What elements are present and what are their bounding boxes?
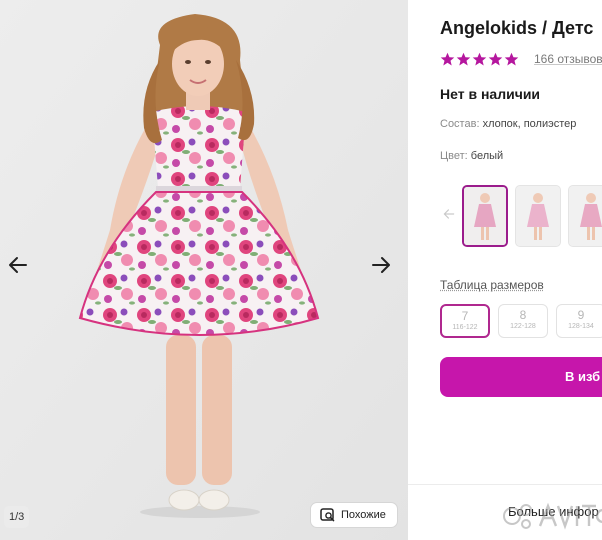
availability-status: Нет в наличии (440, 86, 541, 102)
arrow-left-icon (9, 257, 27, 273)
product-info-panel: Angelokids / Детс 166 отзывов Нет в нали… (408, 0, 602, 540)
product-page: 1/3 Похожие Angelokids / Детс 166 отзыво… (0, 0, 602, 540)
next-photo-button[interactable] (366, 250, 396, 280)
photo-gallery[interactable]: 1/3 Похожие (0, 0, 408, 540)
star-icon (488, 52, 503, 66)
photo-counter: 1/3 (4, 506, 30, 528)
avito-watermark-logo (503, 502, 602, 530)
size-range: 116-122 (452, 324, 478, 331)
star-icon (456, 52, 471, 66)
size-selector: 7 116-122 8 122-128 9 128-134 (440, 304, 602, 338)
size-option[interactable]: 9 128-134 (556, 304, 602, 338)
thumbnail-2[interactable] (515, 185, 561, 247)
size-option[interactable]: 8 122-128 (498, 304, 548, 338)
color-label: Цвет: (440, 150, 468, 162)
size-number: 8 (519, 308, 527, 322)
thumbnail-image (569, 186, 602, 246)
size-number: 7 (461, 309, 469, 323)
size-range: 122-128 (510, 323, 536, 330)
thumbnail-3[interactable] (568, 185, 602, 247)
similar-search-icon (320, 508, 335, 522)
product-title: Angelokids / Детс (440, 18, 594, 38)
thumbnails-prev-button[interactable] (442, 207, 456, 226)
similar-button[interactable]: Похожие (310, 502, 398, 528)
size-number: 9 (577, 308, 585, 322)
rating-stars (440, 52, 519, 67)
similar-button-label: Похожие (341, 509, 386, 521)
composition-value: хлопок, полиэстер (482, 118, 577, 130)
arrow-right-icon (372, 257, 390, 273)
thumbnail-image (516, 186, 560, 246)
star-icon (504, 52, 519, 66)
size-range: 128-134 (568, 323, 594, 330)
prev-photo-button[interactable] (3, 250, 33, 280)
thumbnail-image (464, 187, 506, 245)
color-line: Цвет: белый (440, 150, 503, 162)
star-icon (472, 52, 487, 66)
color-thumbnails (462, 185, 602, 247)
size-option[interactable]: 7 116-122 (440, 304, 490, 338)
thumbnail-1[interactable] (462, 185, 508, 247)
add-to-favorites-button[interactable]: В изб (440, 357, 602, 397)
reviews-link[interactable]: 166 отзывов (534, 52, 602, 66)
divider (408, 484, 602, 485)
color-value: белый (470, 150, 504, 162)
composition-label: Состав: (440, 118, 480, 130)
star-icon (440, 52, 455, 66)
product-photo[interactable] (0, 0, 408, 540)
arrow-left-icon (443, 209, 455, 219)
size-table-link[interactable]: Таблица размеров (440, 278, 544, 292)
composition-line: Состав: хлопок, полиэстер (440, 118, 576, 130)
